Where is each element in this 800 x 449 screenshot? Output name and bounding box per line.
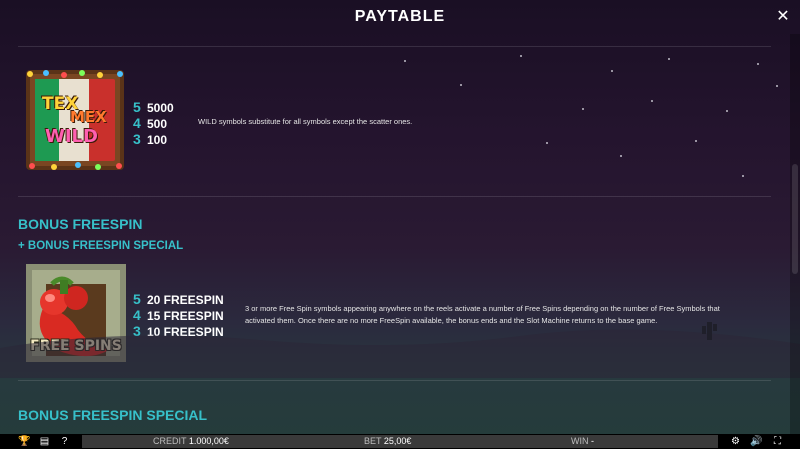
- scrollbar[interactable]: [790, 34, 800, 434]
- bet-display: BET 25,00€: [364, 436, 412, 446]
- pay-row: 3 100: [133, 131, 168, 147]
- pay-row: 5 20 FREESPIN: [133, 291, 224, 307]
- paytable-icon[interactable]: ▤: [38, 435, 51, 448]
- free-spins-symbol: FREE SPINS: [24, 262, 128, 364]
- free-spins-symbol-text: FREE SPINS: [30, 338, 122, 354]
- wild-symbol: TEX MEX WILD: [26, 70, 124, 170]
- fullscreen-icon[interactable]: ⛶: [771, 435, 784, 448]
- pay-row: 4 500: [133, 115, 168, 131]
- wild-description: WILD symbols substitute for all symbols …: [198, 117, 413, 126]
- help-icon[interactable]: ?: [58, 435, 71, 448]
- paytable-header: PAYTABLE ✕: [0, 0, 800, 34]
- sound-icon[interactable]: 🔊: [750, 435, 763, 448]
- pay-row: 3 10 FREESPIN: [133, 323, 224, 339]
- bonus-freespin-special-title: BONUS FREESPIN SPECIAL: [18, 407, 208, 423]
- freespin-description: 3 or more Free Spin symbols appearing an…: [245, 304, 720, 325]
- divider: [18, 380, 771, 381]
- bonus-freespin-subtitle: + BONUS FREESPIN SPECIAL: [18, 240, 184, 252]
- win-display: WIN -: [571, 436, 595, 446]
- credit-display: CREDIT 1.000,00€: [153, 436, 229, 446]
- pay-row: 4 15 FREESPIN: [133, 307, 224, 323]
- settings-icon[interactable]: ⚙: [729, 435, 742, 448]
- divider: [18, 46, 771, 47]
- close-icon[interactable]: ✕: [774, 7, 792, 25]
- pay-row: 5 5000: [133, 99, 174, 115]
- freespin-paytable: 5 20 FREESPIN 4 15 FREESPIN 3 10 FREESPIN: [133, 291, 224, 339]
- bonus-freespin-title: BONUS FREESPIN: [18, 216, 143, 232]
- page-title: PAYTABLE: [354, 8, 446, 25]
- wild-paytable: 5 5000 4 500 3 100: [133, 99, 174, 147]
- trophy-icon[interactable]: 🏆: [18, 435, 31, 448]
- wild-symbol-text-2: MEX: [70, 108, 107, 126]
- scrollbar-thumb[interactable]: [792, 164, 798, 274]
- wild-symbol-text-3: WILD: [45, 126, 98, 147]
- divider: [18, 196, 771, 197]
- status-bar: 🏆 ▤ ? CREDIT 1.000,00€ BET 25,00€ WIN - …: [0, 434, 800, 449]
